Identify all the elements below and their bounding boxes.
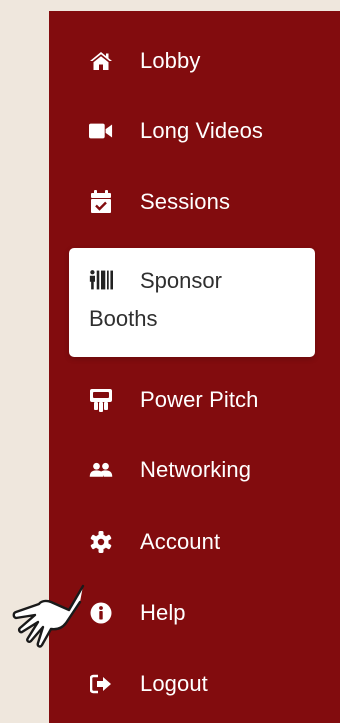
sidebar-item-lobby[interactable]: Lobby — [49, 35, 340, 87]
sidebar-nav: Lobby Long Videos Sessions Sponsor Booth… — [49, 11, 340, 723]
presentation-icon — [89, 388, 113, 412]
sidebar-item-sponsor-booths[interactable]: Sponsor Booths — [69, 248, 315, 357]
home-icon — [89, 49, 113, 73]
sidebar-item-label: Logout — [140, 671, 208, 696]
sidebar-item-power-pitch[interactable]: Power Pitch — [49, 374, 340, 426]
sidebar-item-label: Long Videos — [140, 118, 264, 143]
sidebar-item-label: Power Pitch — [140, 387, 259, 412]
gear-icon — [89, 530, 113, 554]
users-icon — [89, 458, 113, 482]
sidebar-item-label: Sponsor — [140, 268, 222, 293]
calendar-check-icon — [89, 190, 113, 214]
info-circle-icon — [89, 601, 113, 625]
sidebar-item-label: Sessions — [140, 189, 231, 214]
sidebar-item-label: Lobby — [140, 48, 201, 73]
sidebar-item-help[interactable]: Help — [49, 587, 340, 639]
sidebar-item-label: Networking — [140, 457, 252, 482]
sidebar-item-label: Help — [140, 600, 186, 625]
sidebar-item-networking[interactable]: Networking — [49, 444, 340, 496]
sidebar-item-account[interactable]: Account — [49, 516, 340, 568]
sidebar-item-sessions[interactable]: Sessions — [49, 176, 340, 228]
sidebar-item-logout[interactable]: Logout — [49, 658, 340, 710]
sidebar-item-label-continued: Booths — [89, 306, 158, 331]
video-camera-icon — [89, 119, 113, 143]
sign-out-icon — [89, 672, 113, 696]
hand-pointer-cursor — [8, 580, 88, 660]
sponsor-booth-icon — [89, 268, 113, 292]
sidebar-item-label: Account — [140, 529, 221, 554]
sidebar-item-long-videos[interactable]: Long Videos — [49, 105, 340, 157]
